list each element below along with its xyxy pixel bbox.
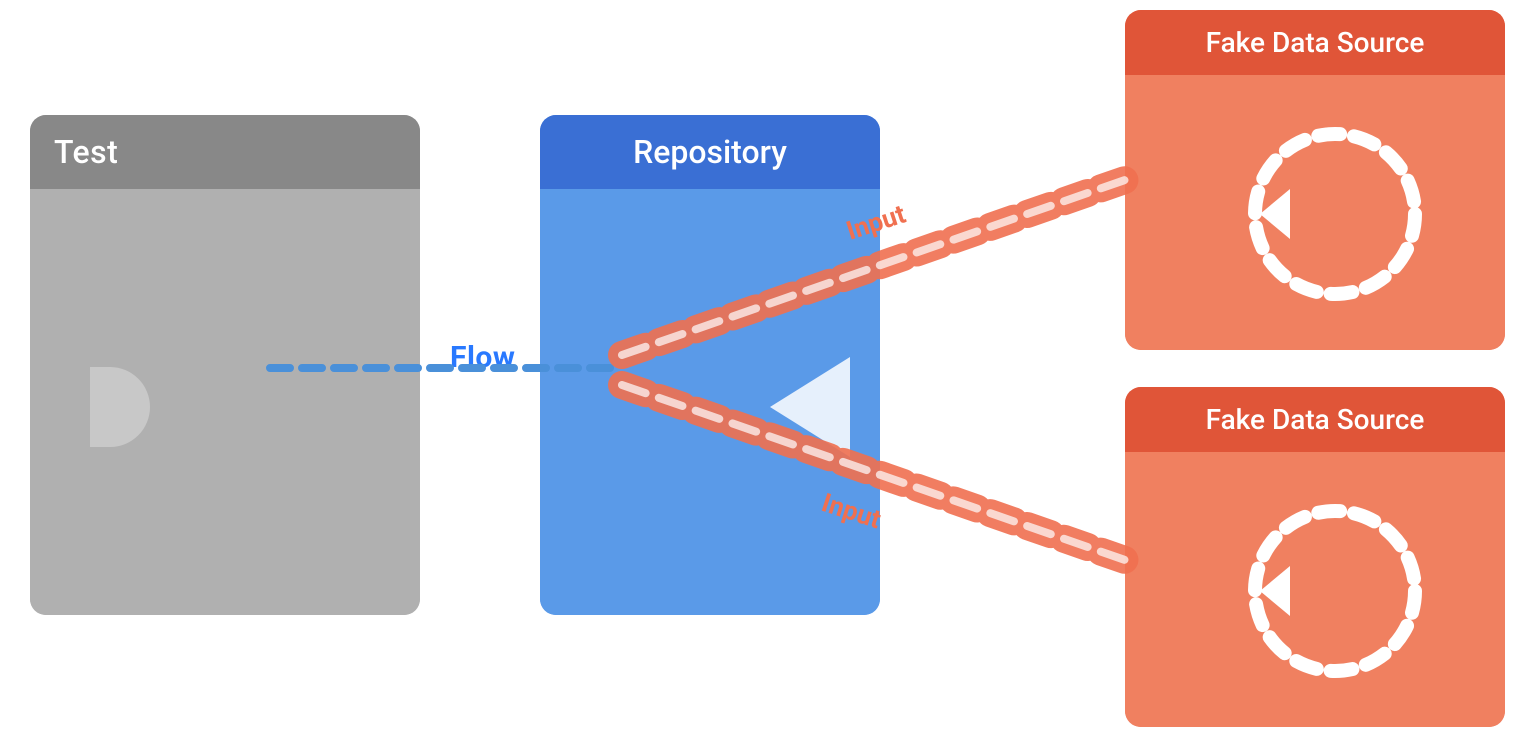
fake-icon-top <box>1205 104 1425 324</box>
fake-body-bottom <box>1125 452 1505 727</box>
fake-title-top: Fake Data Source <box>1206 26 1425 59</box>
triangle-arrow <box>770 357 850 457</box>
test-body <box>30 189 420 615</box>
fake-header-bottom: Fake Data Source <box>1125 387 1505 452</box>
test-block: Test <box>30 115 420 615</box>
repository-block: Repository <box>540 115 880 615</box>
repository-body <box>540 189 880 615</box>
d-connector <box>90 367 150 447</box>
fake-header-top: Fake Data Source <box>1125 10 1505 75</box>
test-header: Test <box>30 115 420 189</box>
flow-label: Flow <box>450 340 515 375</box>
fake-icon-bottom <box>1205 481 1425 701</box>
repository-title: Repository <box>633 133 787 171</box>
fake-data-source-bottom: Fake Data Source <box>1125 387 1505 727</box>
canvas: Test Repository Fake Data Source <box>0 0 1515 737</box>
fake-title-bottom: Fake Data Source <box>1206 403 1425 436</box>
test-title: Test <box>54 133 118 171</box>
fake-body-top <box>1125 75 1505 350</box>
flow-label-text: Flow <box>450 340 515 375</box>
fake-data-source-top: Fake Data Source <box>1125 10 1505 350</box>
repository-header: Repository <box>540 115 880 189</box>
